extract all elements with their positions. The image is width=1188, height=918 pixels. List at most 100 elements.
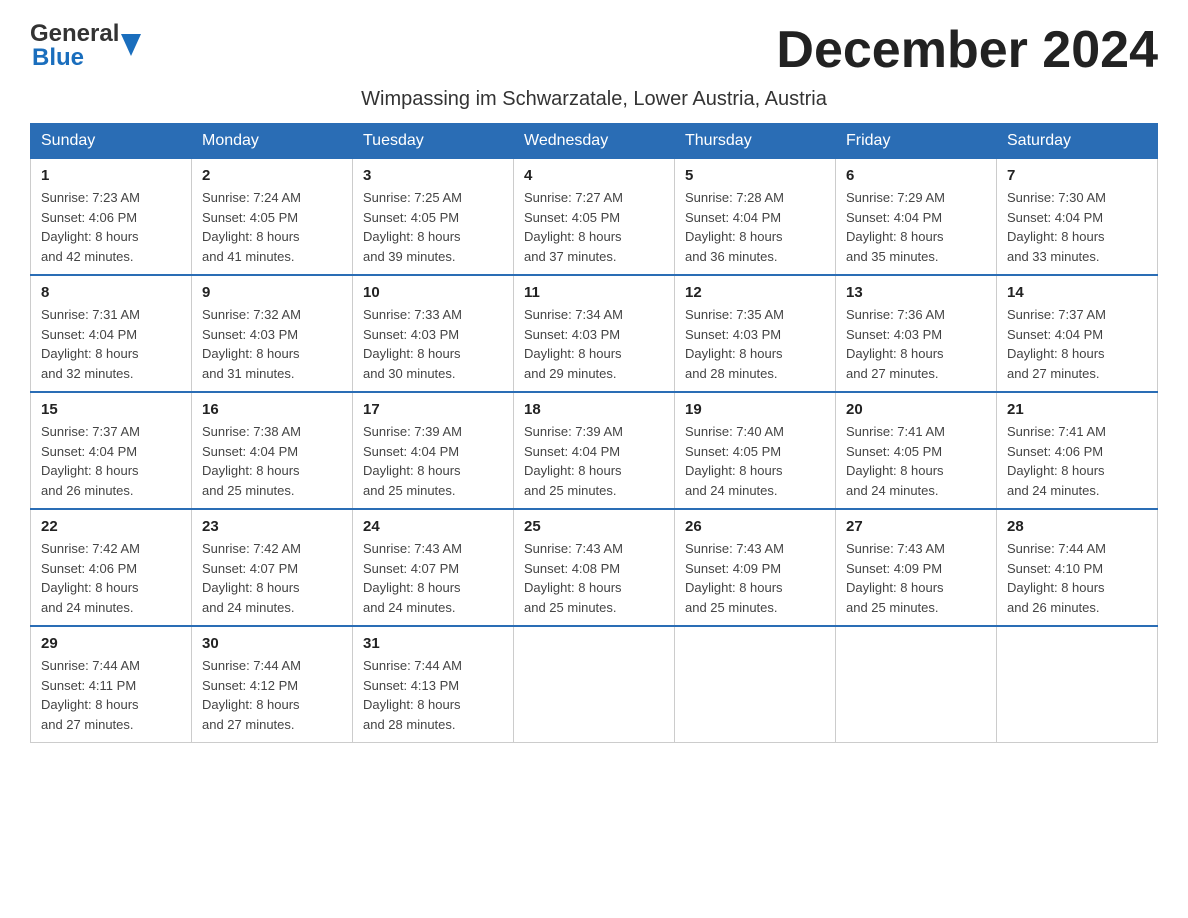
- day-number: 19: [685, 401, 825, 418]
- calendar-cell: 13 Sunrise: 7:36 AMSunset: 4:03 PMDaylig…: [836, 275, 997, 392]
- calendar-table: SundayMondayTuesdayWednesdayThursdayFrid…: [30, 123, 1158, 743]
- calendar-header-row: SundayMondayTuesdayWednesdayThursdayFrid…: [31, 124, 1158, 159]
- day-number: 12: [685, 284, 825, 301]
- subtitle: Wimpassing im Schwarzatale, Lower Austri…: [30, 88, 1158, 111]
- calendar-cell: 16 Sunrise: 7:38 AMSunset: 4:04 PMDaylig…: [192, 392, 353, 509]
- calendar-cell: 30 Sunrise: 7:44 AMSunset: 4:12 PMDaylig…: [192, 626, 353, 743]
- calendar-cell: 27 Sunrise: 7:43 AMSunset: 4:09 PMDaylig…: [836, 509, 997, 626]
- day-number: 24: [363, 518, 503, 535]
- header-wednesday: Wednesday: [514, 124, 675, 159]
- day-number: 13: [846, 284, 986, 301]
- calendar-cell: [514, 626, 675, 743]
- day-number: 5: [685, 167, 825, 184]
- day-number: 15: [41, 401, 181, 418]
- day-number: 11: [524, 284, 664, 301]
- day-info: Sunrise: 7:44 AMSunset: 4:10 PMDaylight:…: [1007, 541, 1106, 615]
- day-number: 23: [202, 518, 342, 535]
- day-number: 28: [1007, 518, 1147, 535]
- day-number: 1: [41, 167, 181, 184]
- day-number: 3: [363, 167, 503, 184]
- day-number: 21: [1007, 401, 1147, 418]
- day-info: Sunrise: 7:37 AMSunset: 4:04 PMDaylight:…: [1007, 307, 1106, 381]
- day-info: Sunrise: 7:37 AMSunset: 4:04 PMDaylight:…: [41, 424, 140, 498]
- day-number: 27: [846, 518, 986, 535]
- week-row-5: 29 Sunrise: 7:44 AMSunset: 4:11 PMDaylig…: [31, 626, 1158, 743]
- calendar-cell: 14 Sunrise: 7:37 AMSunset: 4:04 PMDaylig…: [997, 275, 1158, 392]
- day-info: Sunrise: 7:39 AMSunset: 4:04 PMDaylight:…: [363, 424, 462, 498]
- calendar-cell: 7 Sunrise: 7:30 AMSunset: 4:04 PMDayligh…: [997, 159, 1158, 276]
- header-thursday: Thursday: [675, 124, 836, 159]
- logo: General Blue: [30, 20, 121, 72]
- day-info: Sunrise: 7:41 AMSunset: 4:06 PMDaylight:…: [1007, 424, 1106, 498]
- calendar-cell: 9 Sunrise: 7:32 AMSunset: 4:03 PMDayligh…: [192, 275, 353, 392]
- calendar-cell: 26 Sunrise: 7:43 AMSunset: 4:09 PMDaylig…: [675, 509, 836, 626]
- header-monday: Monday: [192, 124, 353, 159]
- week-row-3: 15 Sunrise: 7:37 AMSunset: 4:04 PMDaylig…: [31, 392, 1158, 509]
- day-number: 8: [41, 284, 181, 301]
- day-info: Sunrise: 7:25 AMSunset: 4:05 PMDaylight:…: [363, 190, 462, 264]
- day-info: Sunrise: 7:43 AMSunset: 4:09 PMDaylight:…: [685, 541, 784, 615]
- day-info: Sunrise: 7:44 AMSunset: 4:13 PMDaylight:…: [363, 658, 462, 732]
- day-info: Sunrise: 7:36 AMSunset: 4:03 PMDaylight:…: [846, 307, 945, 381]
- logo-triangle-icon: [121, 34, 141, 56]
- calendar-cell: 5 Sunrise: 7:28 AMSunset: 4:04 PMDayligh…: [675, 159, 836, 276]
- day-number: 18: [524, 401, 664, 418]
- day-info: Sunrise: 7:35 AMSunset: 4:03 PMDaylight:…: [685, 307, 784, 381]
- header-tuesday: Tuesday: [353, 124, 514, 159]
- month-title: December 2024: [776, 20, 1158, 80]
- day-number: 17: [363, 401, 503, 418]
- day-number: 10: [363, 284, 503, 301]
- calendar-cell: 15 Sunrise: 7:37 AMSunset: 4:04 PMDaylig…: [31, 392, 192, 509]
- day-info: Sunrise: 7:43 AMSunset: 4:07 PMDaylight:…: [363, 541, 462, 615]
- day-info: Sunrise: 7:41 AMSunset: 4:05 PMDaylight:…: [846, 424, 945, 498]
- day-number: 25: [524, 518, 664, 535]
- day-number: 2: [202, 167, 342, 184]
- day-info: Sunrise: 7:31 AMSunset: 4:04 PMDaylight:…: [41, 307, 140, 381]
- calendar-cell: 31 Sunrise: 7:44 AMSunset: 4:13 PMDaylig…: [353, 626, 514, 743]
- day-info: Sunrise: 7:30 AMSunset: 4:04 PMDaylight:…: [1007, 190, 1106, 264]
- day-number: 4: [524, 167, 664, 184]
- calendar-cell: 6 Sunrise: 7:29 AMSunset: 4:04 PMDayligh…: [836, 159, 997, 276]
- calendar-cell: 1 Sunrise: 7:23 AMSunset: 4:06 PMDayligh…: [31, 159, 192, 276]
- calendar-cell: 24 Sunrise: 7:43 AMSunset: 4:07 PMDaylig…: [353, 509, 514, 626]
- calendar-cell: 11 Sunrise: 7:34 AMSunset: 4:03 PMDaylig…: [514, 275, 675, 392]
- day-info: Sunrise: 7:43 AMSunset: 4:08 PMDaylight:…: [524, 541, 623, 615]
- calendar-cell: 20 Sunrise: 7:41 AMSunset: 4:05 PMDaylig…: [836, 392, 997, 509]
- week-row-4: 22 Sunrise: 7:42 AMSunset: 4:06 PMDaylig…: [31, 509, 1158, 626]
- calendar-cell: [997, 626, 1158, 743]
- day-info: Sunrise: 7:40 AMSunset: 4:05 PMDaylight:…: [685, 424, 784, 498]
- calendar-cell: 28 Sunrise: 7:44 AMSunset: 4:10 PMDaylig…: [997, 509, 1158, 626]
- day-info: Sunrise: 7:28 AMSunset: 4:04 PMDaylight:…: [685, 190, 784, 264]
- day-info: Sunrise: 7:27 AMSunset: 4:05 PMDaylight:…: [524, 190, 623, 264]
- day-number: 31: [363, 635, 503, 652]
- calendar-cell: 21 Sunrise: 7:41 AMSunset: 4:06 PMDaylig…: [997, 392, 1158, 509]
- week-row-1: 1 Sunrise: 7:23 AMSunset: 4:06 PMDayligh…: [31, 159, 1158, 276]
- day-number: 9: [202, 284, 342, 301]
- logo-blue-text: Blue: [32, 44, 84, 72]
- calendar-cell: 19 Sunrise: 7:40 AMSunset: 4:05 PMDaylig…: [675, 392, 836, 509]
- calendar-cell: 10 Sunrise: 7:33 AMSunset: 4:03 PMDaylig…: [353, 275, 514, 392]
- calendar-cell: 23 Sunrise: 7:42 AMSunset: 4:07 PMDaylig…: [192, 509, 353, 626]
- week-row-2: 8 Sunrise: 7:31 AMSunset: 4:04 PMDayligh…: [31, 275, 1158, 392]
- day-number: 6: [846, 167, 986, 184]
- day-number: 30: [202, 635, 342, 652]
- calendar-cell: [675, 626, 836, 743]
- day-info: Sunrise: 7:42 AMSunset: 4:06 PMDaylight:…: [41, 541, 140, 615]
- day-info: Sunrise: 7:23 AMSunset: 4:06 PMDaylight:…: [41, 190, 140, 264]
- header-sunday: Sunday: [31, 124, 192, 159]
- day-info: Sunrise: 7:43 AMSunset: 4:09 PMDaylight:…: [846, 541, 945, 615]
- day-info: Sunrise: 7:39 AMSunset: 4:04 PMDaylight:…: [524, 424, 623, 498]
- calendar-cell: 18 Sunrise: 7:39 AMSunset: 4:04 PMDaylig…: [514, 392, 675, 509]
- page-header: General Blue December 2024: [30, 20, 1158, 80]
- day-info: Sunrise: 7:44 AMSunset: 4:12 PMDaylight:…: [202, 658, 301, 732]
- calendar-cell: [836, 626, 997, 743]
- day-info: Sunrise: 7:42 AMSunset: 4:07 PMDaylight:…: [202, 541, 301, 615]
- calendar-cell: 8 Sunrise: 7:31 AMSunset: 4:04 PMDayligh…: [31, 275, 192, 392]
- day-number: 22: [41, 518, 181, 535]
- header-friday: Friday: [836, 124, 997, 159]
- day-info: Sunrise: 7:29 AMSunset: 4:04 PMDaylight:…: [846, 190, 945, 264]
- day-info: Sunrise: 7:34 AMSunset: 4:03 PMDaylight:…: [524, 307, 623, 381]
- calendar-cell: 12 Sunrise: 7:35 AMSunset: 4:03 PMDaylig…: [675, 275, 836, 392]
- day-number: 7: [1007, 167, 1147, 184]
- calendar-cell: 17 Sunrise: 7:39 AMSunset: 4:04 PMDaylig…: [353, 392, 514, 509]
